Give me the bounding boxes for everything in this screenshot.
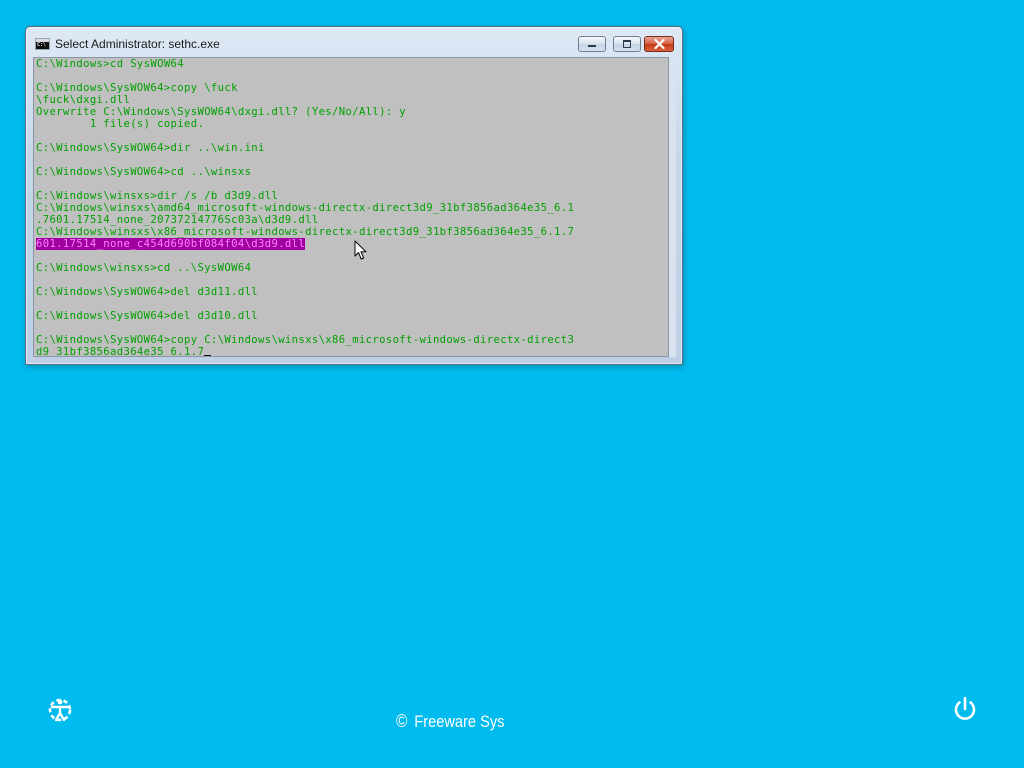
console-line-text: C:\Windows\SysWOW64>del d3d10.dll: [36, 310, 259, 322]
minimize-button[interactable]: [578, 36, 606, 52]
text-cursor: [204, 355, 212, 356]
console-line-text: .7601.17514_none_20737214776Sc03a\d3d9.d…: [36, 214, 319, 226]
console-line-text: C:\Windows\winsxs\x86_microsoft-windows-…: [36, 226, 575, 238]
console-line: .7601.17514_none_20737214776Sc03a\d3d9.d…: [36, 214, 574, 226]
console-line: C:\Windows\SysWOW64>dir ..\win.ini: [36, 142, 574, 154]
console-line-text: 1 file(s) copied.: [36, 118, 205, 130]
console-line: C:\Windows\winsxs\x86_microsoft-windows-…: [36, 226, 574, 238]
console-line-text: 601.17514_none_c454d690bf084f04\d3d9.dll: [36, 238, 306, 250]
console-line: C:\Windows\SysWOW64>del d3d11.dll: [36, 286, 574, 298]
ease-of-access-icon[interactable]: [44, 694, 76, 726]
copyright-symbol: ©: [396, 711, 408, 731]
console-line: C:\Windows\SysWOW64>cd ..\winsxs: [36, 166, 574, 178]
console-line-text: d9_31bf3856ad364e35_6.1.7: [36, 346, 205, 357]
console-output[interactable]: C:\Windows>cd SysWOW64 C:\Windows\SysWOW6…: [33, 57, 669, 357]
console-line: C:\Windows\winsxs\amd64_microsoft-window…: [36, 202, 574, 214]
console-line: 1 file(s) copied.: [36, 118, 574, 130]
console-line-text: C:\Windows\winsxs>dir /s /b d3d9.dll: [36, 190, 279, 202]
console-line: Overwrite C:\Windows\SysWOW64\dxgi.dll? …: [36, 106, 574, 118]
console-line: C:\Windows\SysWOW64>copy \fuck: [36, 82, 574, 94]
console-line-text: \fuck\dxgi.dll: [36, 94, 131, 106]
maximize-button[interactable]: [613, 36, 641, 52]
console-line: C:\Windows\winsxs>dir /s /b d3d9.dll: [36, 190, 574, 202]
console-line: C:\Windows\SysWOW64>copy C:\Windows\wins…: [36, 334, 574, 346]
brand-text: Freeware Sys: [414, 712, 505, 731]
console-line: \fuck\dxgi.dll: [36, 94, 574, 106]
console-line: d9_31bf3856ad364e35_6.1.7: [36, 346, 574, 357]
close-icon: [654, 39, 665, 49]
console-line-text: C:\Windows\SysWOW64>del d3d11.dll: [36, 286, 259, 298]
window-title: Select Administrator: sethc.exe: [55, 37, 220, 51]
brand-label: © Freeware Sys: [396, 711, 504, 732]
console-line-text: C:\Windows>cd SysWOW64: [36, 58, 185, 70]
close-button[interactable]: [644, 36, 674, 52]
console-line: C:\Windows>cd SysWOW64: [36, 58, 574, 70]
console-lines: C:\Windows>cd SysWOW64 C:\Windows\SysWOW6…: [36, 58, 574, 357]
power-icon[interactable]: [949, 693, 981, 725]
cmd-app-icon[interactable]: [35, 38, 50, 50]
console-line-text: C:\Windows\SysWOW64>copy C:\Windows\wins…: [36, 334, 575, 346]
console-line-text: C:\Windows\SysWOW64>dir ..\win.ini: [36, 142, 265, 154]
console-line-text: C:\Windows\winsxs\amd64_microsoft-window…: [36, 202, 575, 214]
console-line-text: C:\Windows\winsxs>cd ..\SysWOW64: [36, 262, 252, 274]
console-line-text: Overwrite C:\Windows\SysWOW64\dxgi.dll? …: [36, 106, 407, 118]
title-bar[interactable]: Select Administrator: sethc.exe: [26, 27, 682, 57]
console-line: C:\Windows\winsxs>cd ..\SysWOW64: [36, 262, 574, 274]
console-line: C:\Windows\SysWOW64>del d3d10.dll: [36, 310, 574, 322]
vertical-scrollbar[interactable]: [669, 57, 676, 357]
console-window[interactable]: Select Administrator: sethc.exe C:\Windo…: [25, 26, 683, 365]
console-line-text: C:\Windows\SysWOW64>copy \fuck: [36, 82, 238, 94]
console-line-text: C:\Windows\SysWOW64>cd ..\winsxs: [36, 166, 252, 178]
console-line: 601.17514_none_c454d690bf084f04\d3d9.dll: [36, 238, 574, 250]
mouse-pointer-icon: [354, 240, 367, 260]
